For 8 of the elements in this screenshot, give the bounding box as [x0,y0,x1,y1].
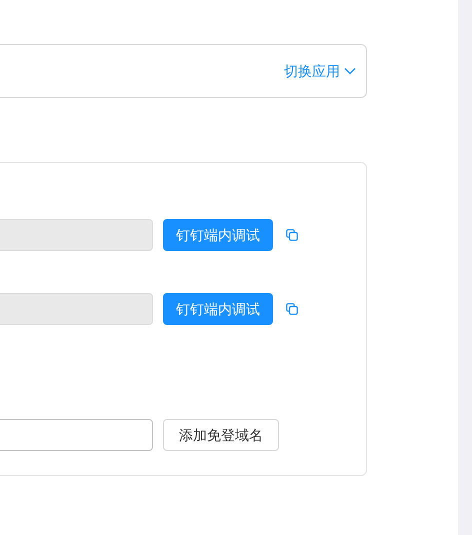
switch-app-dropdown[interactable]: 切换应用 [284,60,356,82]
copy-icon[interactable] [286,303,298,315]
chevron-down-icon [344,67,356,75]
add-domain-button[interactable]: 添加免登域名 [163,419,279,451]
debug-button[interactable]: 钉钉端内调试 [163,293,273,325]
debug-button[interactable]: 钉钉端内调试 [163,219,273,251]
copy-icon[interactable] [286,229,298,241]
input-field[interactable] [0,419,153,451]
